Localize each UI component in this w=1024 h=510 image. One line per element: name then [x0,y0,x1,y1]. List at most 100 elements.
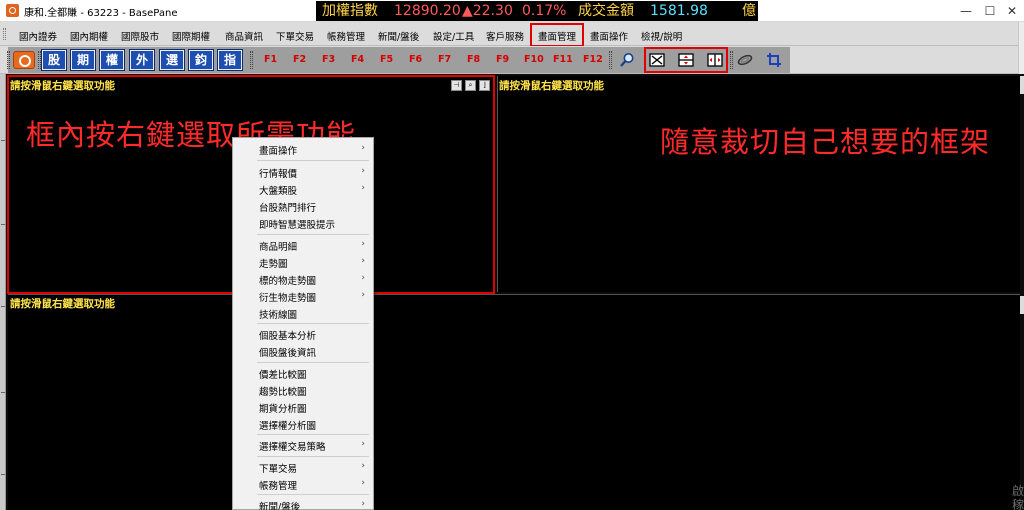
link-icon[interactable] [736,51,754,69]
index-ticker: 加權指數 12890.20 ▲22.30 0.17% 成交金額 1581.98 … [316,1,758,21]
home-logo-button[interactable] [13,51,35,69]
ctx-separator [257,323,369,324]
ctx-item-smart-stock-picker[interactable]: 即時智慧選股提示 [259,217,335,231]
ctx-item-product-details[interactable]: 商品明細 [259,239,297,253]
ctx-item-spread-comparison[interactable]: 價差比較圖 [259,367,307,381]
f3-key-button[interactable]: F3 [322,54,335,65]
menu-item-international-stocks[interactable]: 國際股市 [121,29,159,43]
f1-key-button[interactable]: F1 [264,54,277,65]
ticker-change-pct: 0.17% [522,3,567,19]
activation-watermark: 啟稼 [1012,484,1024,510]
ctx-separator [257,456,369,457]
pane-top-right[interactable] [497,76,1020,292]
f2-key-button[interactable]: F2 [293,54,306,65]
pane-bottom-scroll-stub[interactable] [1020,296,1024,314]
close-button[interactable]: ✕ [1002,1,1022,21]
title-bar: 康和.全都賺 - 63223 - BasePane 加權指數 12890.20 … [0,0,1024,22]
ctx-submenu-arrow-icon: › [361,239,365,249]
ctx-submenu-arrow-icon: › [361,256,365,266]
foreign-quick-button[interactable]: 外 [130,50,154,70]
menu-item-domestic-futures-options[interactable]: 國內期權 [70,29,108,43]
pane-top-right-scroll-stub[interactable] [1020,76,1024,94]
f7-key-button[interactable]: F7 [438,54,451,65]
context-menu: 畫面操作 › 行情報價 › 大盤類股 › 台股熱門排行 即時智慧選股提示 商品明… [232,137,374,510]
f5-key-button[interactable]: F5 [380,54,393,65]
menu-item-international-futures[interactable]: 國際期權 [172,29,210,43]
jun-quick-button[interactable]: 鈞 [189,50,213,70]
warrant-quick-button[interactable]: 權 [100,50,124,70]
ctx-submenu-arrow-icon: › [361,499,365,509]
ctx-submenu-arrow-icon: › [361,461,365,471]
menu-grip-handle[interactable] [3,28,6,40]
ctx-separator [257,362,369,363]
ctx-item-trend-chart[interactable]: 走勢圖 [259,256,288,270]
ctx-item-market-sectors[interactable]: 大盤類股 [259,183,297,197]
toolbar-divider [38,51,41,69]
ctx-item-options-analysis[interactable]: 選擇權分析圖 [259,418,316,432]
search-icon[interactable] [618,51,636,69]
ctx-item-order-trading[interactable]: 下單交易 [259,461,297,475]
stock-quick-button[interactable]: 股 [42,50,66,70]
menu-item-news-after-hours[interactable]: 新聞/盤後 [378,29,419,43]
menu-item-screen-operation[interactable]: 畫面操作 [590,29,628,43]
menu-item-view-help[interactable]: 檢視/說明 [641,29,682,43]
pane-dock-icon[interactable]: ⊣ [451,80,462,91]
f8-key-button[interactable]: F8 [467,54,480,65]
ctx-item-news-after-hours[interactable]: 新聞/盤後 [259,499,300,510]
f10-key-button[interactable]: F10 [524,54,544,65]
ctx-submenu-arrow-icon: › [361,439,365,449]
menu-item-settings-tools[interactable]: 設定/工具 [433,29,474,43]
pane-search-icon[interactable]: ⌕ [465,80,476,91]
f6-key-button[interactable]: F6 [409,54,422,65]
trading-app-window: 康和.全都賺 - 63223 - BasePane 加權指數 12890.20 … [0,0,1024,510]
maximize-button[interactable]: ☐ [980,1,1000,21]
ctx-separator [257,434,369,435]
ctx-item-hot-rankings[interactable]: 台股熱門排行 [259,200,316,214]
crop-icon[interactable] [765,51,783,69]
screen-management-highlight [530,23,584,47]
ticker-index-label: 加權指數 [322,3,378,19]
ctx-item-stock-fundamentals[interactable]: 個股基本分析 [259,328,316,342]
pane-resize-icon[interactable]: ⌋ [479,80,490,91]
menu-item-account-management[interactable]: 帳務管理 [327,29,365,43]
ticker-index-value: 12890.20 [394,3,461,19]
pane-bottom-hint: 請按滑鼠右鍵選取功能 [10,298,115,310]
ticker-volume-label: 成交金額 [578,3,634,19]
ticker-volume-unit: 億 [742,3,756,19]
ctx-item-derivative-trend[interactable]: 衍生物走勢圖 [259,290,316,304]
ticker-change: ▲22.30 [462,3,513,19]
ctx-item-screen-operation[interactable]: 畫面操作 [259,143,297,157]
menu-item-customer-service[interactable]: 客戶服務 [486,29,524,43]
ctx-item-technical-chart[interactable]: 技術線圖 [259,307,297,321]
index-quick-button[interactable]: 指 [218,50,242,70]
split-tools-highlight [644,47,728,73]
f4-key-button[interactable]: F4 [351,54,364,65]
menu-item-product-info[interactable]: 商品資訊 [225,29,263,43]
ctx-submenu-arrow-icon: › [361,290,365,300]
select-quick-button[interactable]: 選 [160,50,184,70]
ctx-item-account-management[interactable]: 帳務管理 [259,478,297,492]
menu-item-order-trading[interactable]: 下單交易 [276,29,314,43]
toolbar-grip-handle[interactable] [7,51,10,69]
futures-quick-button[interactable]: 期 [71,50,95,70]
pane-bottom[interactable] [8,294,1020,510]
pane-top-right-hint: 請按滑鼠右鍵選取功能 [499,80,604,92]
left-ruler [0,74,6,510]
ctx-item-quotes[interactable]: 行情報價 [259,166,297,180]
ctx-item-futures-analysis[interactable]: 期貨分析圖 [259,401,307,415]
ctx-submenu-arrow-icon: › [361,478,365,488]
ctx-item-stock-after-hours[interactable]: 個股盤後資訊 [259,345,316,359]
ctx-item-trend-comparison[interactable]: 趨勢比較圖 [259,384,307,398]
f12-key-button[interactable]: F12 [583,54,603,65]
ctx-separator [257,234,369,235]
window-title: 康和.全都賺 - 63223 - BasePane [24,8,178,19]
ctx-submenu-arrow-icon: › [361,143,365,153]
ctx-separator [257,494,369,495]
f11-key-button[interactable]: F11 [553,54,573,65]
menu-item-domestic-securities[interactable]: 國內證券 [19,29,57,43]
ctx-item-underlying-trend[interactable]: 標的物走勢圖 [259,273,316,287]
f9-key-button[interactable]: F9 [496,54,509,65]
minimize-button[interactable]: — [956,1,976,21]
toolbar-divider [250,51,253,69]
ctx-item-options-strategy[interactable]: 選擇權交易策略 [259,439,326,453]
